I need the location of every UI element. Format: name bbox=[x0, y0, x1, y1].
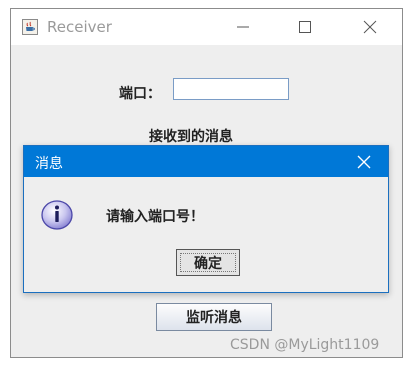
watermark-text: CSDN @MyLight1109 bbox=[230, 337, 380, 353]
dialog-title: 消息 bbox=[35, 156, 63, 172]
message-dialog: 消息 请输入端口号！ 确定 bbox=[23, 145, 389, 293]
title-bar: Receiver bbox=[11, 9, 402, 45]
dialog-message: 请输入端口号！ bbox=[106, 209, 204, 225]
received-messages-label: 接收到的消息 bbox=[149, 129, 233, 145]
maximize-icon[interactable] bbox=[295, 17, 315, 37]
port-label: 端口： bbox=[119, 86, 161, 102]
window-title: Receiver bbox=[47, 18, 112, 36]
ok-button-label: 确定 bbox=[194, 255, 222, 272]
minimize-icon[interactable] bbox=[233, 17, 253, 37]
dialog-close-icon[interactable] bbox=[356, 154, 372, 170]
listen-button[interactable]: 监听消息 bbox=[156, 303, 272, 331]
java-app-icon bbox=[22, 19, 38, 35]
info-icon bbox=[40, 198, 74, 232]
ok-button[interactable]: 确定 bbox=[176, 249, 240, 276]
dialog-title-bar: 消息 bbox=[24, 146, 388, 177]
close-icon[interactable] bbox=[360, 17, 380, 37]
port-input[interactable] bbox=[173, 78, 289, 100]
